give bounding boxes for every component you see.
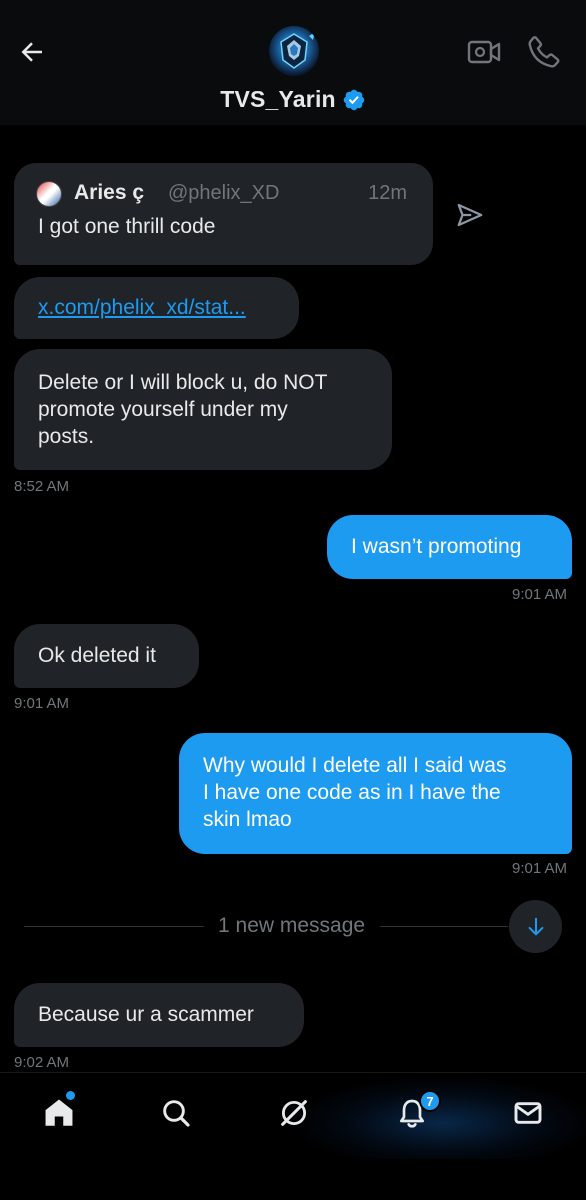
message-timestamp: 9:01 AM xyxy=(512,860,568,877)
nav-search[interactable] xyxy=(156,1093,196,1133)
message-bubble-link[interactable]: x.com/phelix_xd/stat... xyxy=(14,277,299,339)
message-timestamp: 9:02 AM xyxy=(14,1054,70,1071)
message-text: Ok deleted it xyxy=(38,644,156,667)
bottom-navigation: 7 xyxy=(0,1072,586,1200)
video-camera-icon xyxy=(467,40,501,64)
message-bubble-in[interactable]: Ok deleted it xyxy=(14,624,199,688)
divider-line xyxy=(380,926,508,927)
home-icon xyxy=(45,1099,73,1126)
message-timestamp: 9:01 AM xyxy=(14,695,70,712)
nav-messages[interactable] xyxy=(508,1093,548,1133)
verified-badge-icon xyxy=(343,89,365,110)
message-bubble-out[interactable]: Why would I delete all I said was I have… xyxy=(179,733,572,854)
search-icon xyxy=(163,1100,190,1127)
quoted-author-avatar xyxy=(36,181,62,207)
home-unread-dot xyxy=(66,1091,75,1100)
phone-icon xyxy=(528,36,560,68)
video-call-button[interactable] xyxy=(466,34,502,70)
message-timestamp: 9:01 AM xyxy=(512,586,568,603)
mail-icon xyxy=(514,1102,542,1124)
share-post-button[interactable] xyxy=(454,200,486,230)
message-text-line: Delete or I will block u, do NOT xyxy=(38,371,328,394)
message-text-line: Why would I delete all I said was xyxy=(203,754,507,777)
arrow-down-icon xyxy=(528,917,543,935)
new-message-label: 1 new message xyxy=(218,914,366,937)
message-link[interactable]: x.com/phelix_xd/stat... xyxy=(38,296,246,319)
contact-avatar[interactable] xyxy=(269,26,319,76)
quoted-author-handle: @phelix_XD xyxy=(168,182,280,204)
quoted-post-time: 12m xyxy=(368,182,407,204)
message-text: Because ur a scammer xyxy=(38,1003,254,1026)
message-text-line: I have one code as in I have the xyxy=(203,781,501,804)
quoted-post-text: I got one thrill code xyxy=(38,215,216,238)
title-row: TVS_Yarin xyxy=(0,86,586,113)
quoted-post-card[interactable]: Aries ç @phelix_XD 12m I got one thrill … xyxy=(14,163,433,265)
quoted-author-name: Aries ç xyxy=(74,181,145,204)
message-text-line: posts. xyxy=(38,425,95,448)
back-button[interactable] xyxy=(12,32,52,72)
divider-line xyxy=(24,926,204,927)
contact-name[interactable]: TVS_Yarin xyxy=(220,86,336,113)
scroll-to-bottom-button[interactable] xyxy=(509,900,562,953)
message-text: I wasn’t promoting xyxy=(351,535,522,558)
new-message-divider: 1 new message xyxy=(24,912,508,942)
message-timestamp: 8:52 AM xyxy=(14,478,70,495)
nav-grok[interactable] xyxy=(274,1093,314,1133)
message-text-line: skin lmao xyxy=(203,808,292,831)
arrow-left-icon xyxy=(21,42,42,62)
grok-icon xyxy=(281,1100,307,1126)
message-bubble-in[interactable]: Delete or I will block u, do NOT promote… xyxy=(14,349,392,470)
conversation-header: TVS_Yarin xyxy=(0,0,586,125)
avatar-emblem xyxy=(280,32,315,69)
notifications-badge: 7 xyxy=(419,1090,441,1112)
send-icon xyxy=(457,203,483,227)
message-text-line: promote yourself under my xyxy=(38,398,288,421)
message-bubble-out[interactable]: I wasn’t promoting xyxy=(327,515,572,579)
voice-call-button[interactable] xyxy=(526,34,562,70)
message-bubble-in[interactable]: Because ur a scammer xyxy=(14,983,304,1047)
